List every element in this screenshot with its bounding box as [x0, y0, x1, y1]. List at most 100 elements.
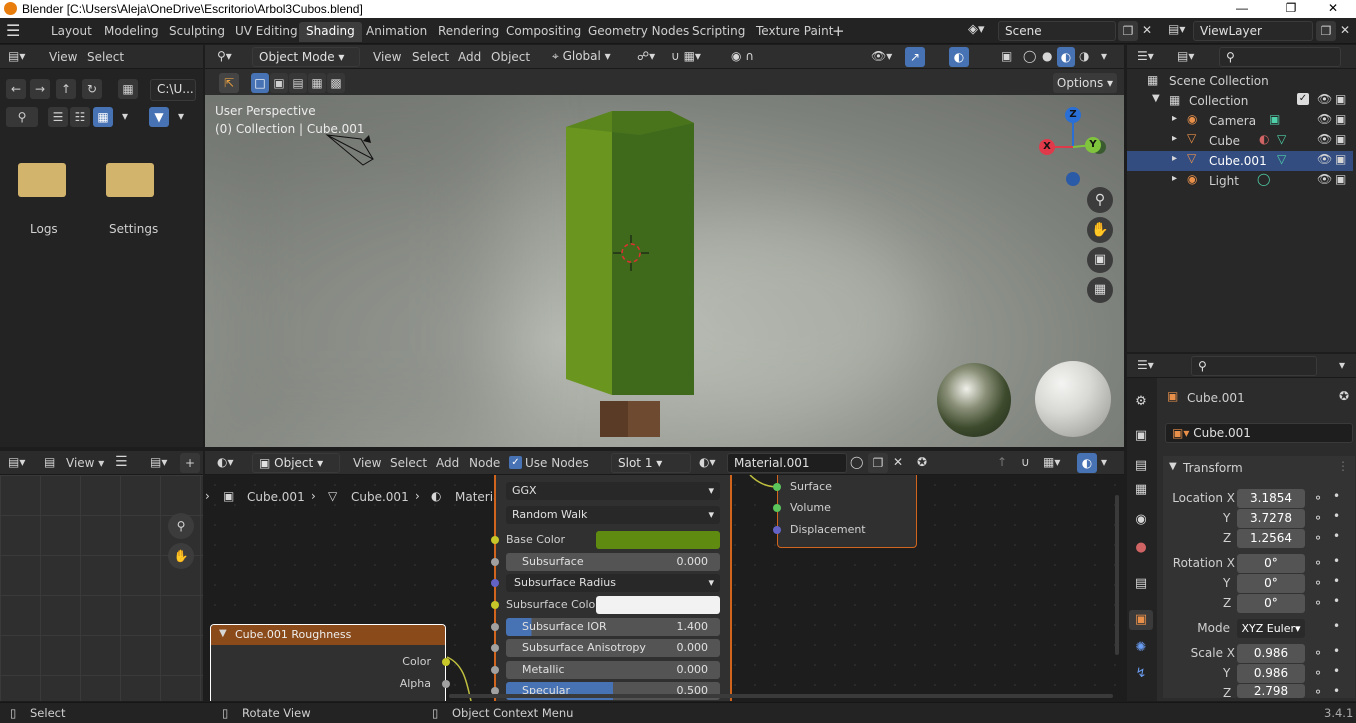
render-camera-icon[interactable]: ▣: [1335, 112, 1346, 126]
outliner-row-scene-collection[interactable]: ▦ Scene Collection: [1127, 71, 1353, 91]
keyframe-dot-icon[interactable]: •: [1333, 644, 1340, 658]
transform-orientation-dropdown[interactable]: ⌖ Global ▾: [552, 49, 611, 64]
viewport-view-menu[interactable]: View: [373, 50, 401, 64]
tab-sculpting[interactable]: Sculpting: [162, 22, 232, 42]
subsurface-field[interactable]: Subsurface 0.000: [506, 553, 720, 571]
shader-type-dropdown[interactable]: ▣ Object ▾: [252, 453, 340, 473]
scale-z-field[interactable]: 2.798: [1237, 684, 1305, 698]
search-icon[interactable]: ⚲: [6, 107, 38, 127]
editor-type-icon[interactable]: ☰▾: [1137, 49, 1154, 63]
scene-tab-icon[interactable]: ◉: [1131, 510, 1151, 530]
visibility-eye-icon[interactable]: 👁: [1317, 152, 1332, 166]
view-mode-icon[interactable]: ▤: [44, 455, 55, 469]
tab-scripting[interactable]: Scripting: [685, 22, 752, 42]
keyframe-dot-icon[interactable]: •: [1333, 684, 1340, 698]
image-browse-icon[interactable]: ▤▾: [150, 455, 167, 469]
principled-bsdf-node[interactable]: GGX ▾ Random Walk ▾ Base Color Subsurface 0…: [491, 475, 732, 701]
file-select-menu[interactable]: Select: [87, 50, 124, 64]
pan-hand-icon[interactable]: ✋: [168, 543, 194, 569]
editor-type-icon[interactable]: ◐▾: [217, 455, 234, 469]
thumbnails-icon[interactable]: ▦: [93, 107, 113, 127]
socket-surface[interactable]: [773, 483, 781, 491]
zoom-view-icon[interactable]: ⚲: [1087, 187, 1113, 213]
expand-arrow-icon[interactable]: ▸: [1172, 133, 1177, 144]
lock-icon[interactable]: ⚬: [1313, 531, 1323, 545]
minimize-icon[interactable]: —: [1219, 0, 1265, 18]
delete-scene-icon[interactable]: ✕: [1142, 23, 1152, 37]
material-output-node[interactable]: Surface Volume Displacement: [773, 475, 917, 548]
render-camera-icon[interactable]: ▣: [1335, 92, 1346, 106]
viewport-add-menu[interactable]: Add: [458, 50, 481, 64]
expand-arrow-icon[interactable]: ▸: [1172, 153, 1177, 164]
node-canvas[interactable]: › ▣ Cube.001 › ▽ Cube.001 › ◐ Material.0…: [205, 475, 1124, 701]
subsurface-method-dropdown[interactable]: Random Walk ▾: [506, 506, 720, 524]
tab-geometry-nodes[interactable]: Geometry Nodes: [581, 22, 696, 42]
tab-layout[interactable]: Layout: [44, 22, 99, 42]
lock-icon[interactable]: ⚬: [1313, 666, 1323, 680]
tab-uv-editing[interactable]: UV Editing: [228, 22, 305, 42]
pivot-point-icon[interactable]: ☍▾: [637, 49, 655, 63]
duplicate-material-icon[interactable]: ❐: [868, 453, 888, 473]
outliner-row-collection[interactable]: ▼ ▦ Collection ✓ 👁 ▣: [1127, 91, 1353, 111]
location-z-field[interactable]: 1.2564: [1237, 529, 1305, 548]
navigation-gizmo[interactable]: Z X Y: [1037, 107, 1117, 187]
material-preview-icon[interactable]: ◐: [1057, 47, 1075, 67]
expand-arrow-icon[interactable]: ▼: [1152, 93, 1160, 104]
collection-tab-icon[interactable]: ▤: [1131, 574, 1151, 594]
vertical-list-icon[interactable]: ☰: [48, 107, 68, 127]
new-folder-icon[interactable]: ▦: [118, 79, 138, 99]
gizmo-z-axis[interactable]: Z: [1065, 107, 1081, 123]
new-image-icon[interactable]: +: [180, 453, 200, 473]
metallic-field[interactable]: Metallic 0.000: [506, 661, 720, 679]
collapse-arrow-icon[interactable]: ▼: [219, 628, 227, 639]
display-settings-chevron-icon[interactable]: ▾: [122, 109, 128, 123]
viewport-canvas[interactable]: User Perspective (0) Collection | Cube.0…: [205, 95, 1124, 447]
keyframe-dot-icon[interactable]: •: [1333, 509, 1340, 523]
pin-icon[interactable]: ✪: [917, 455, 927, 469]
display-mode-icon[interactable]: ▤▾: [1177, 49, 1194, 63]
socket-volume[interactable]: [773, 504, 781, 512]
pin-icon[interactable]: ✪: [1339, 389, 1349, 403]
editor-type-icon[interactable]: ☰▾: [1137, 358, 1154, 372]
material-name-field[interactable]: Material.001: [727, 453, 847, 473]
filter-icon[interactable]: ▼: [149, 107, 169, 127]
keyframe-dot-icon[interactable]: •: [1333, 619, 1340, 633]
lock-icon[interactable]: ⚬: [1313, 556, 1323, 570]
scene-selector-icon[interactable]: ◈▾: [968, 22, 985, 37]
render-tab-icon[interactable]: ▣: [1131, 426, 1151, 446]
visibility-eye-icon[interactable]: 👁: [1317, 132, 1332, 146]
file-view-menu[interactable]: View: [49, 50, 77, 64]
perspective-toggle-icon[interactable]: ▦: [1087, 277, 1113, 303]
use-nodes-checkbox[interactable]: ✓: [509, 456, 522, 469]
socket-subsurface-anisotropy[interactable]: [491, 644, 499, 652]
pan-hand-icon[interactable]: ✋: [1087, 217, 1113, 243]
location-x-field[interactable]: 3.1854: [1237, 489, 1305, 508]
editor-type-icon[interactable]: ⚲▾: [217, 49, 232, 63]
tab-modeling[interactable]: Modeling: [97, 22, 166, 42]
render-camera-icon[interactable]: ▣: [1335, 132, 1346, 146]
tool-tab-icon[interactable]: ⚙: [1131, 392, 1151, 412]
collapse-arrow-icon[interactable]: ▼: [1169, 461, 1177, 472]
proportional-editing-icon[interactable]: ◉ ∩: [731, 49, 754, 63]
scene-field[interactable]: Scene: [998, 21, 1116, 41]
node-view-menu[interactable]: View: [353, 456, 381, 470]
socket-metallic[interactable]: [491, 666, 499, 674]
outliner-row-camera[interactable]: ▸ ◉ Camera ▣ 👁 ▣: [1127, 111, 1353, 131]
rendered-shading-icon[interactable]: ◑: [1079, 49, 1089, 63]
horizontal-scrollbar[interactable]: [449, 694, 1113, 698]
select-extend-icon[interactable]: ▣: [270, 73, 288, 93]
options-dropdown[interactable]: Options ▾: [1053, 73, 1117, 93]
modifiers-wrench-icon[interactable]: ✺: [1131, 638, 1151, 658]
add-workspace-icon[interactable]: +: [832, 22, 845, 40]
expand-arrow-icon[interactable]: ▸: [1172, 173, 1177, 184]
subsurface-anisotropy-field[interactable]: Subsurface Anisotropy 0.000: [506, 639, 720, 657]
overlays-toggle-icon[interactable]: ◐: [949, 47, 969, 67]
unlink-material-icon[interactable]: ✕: [893, 455, 903, 469]
transform-section-title[interactable]: Transform: [1183, 461, 1243, 475]
socket-subsurface-color[interactable]: [491, 601, 499, 609]
render-camera-icon[interactable]: ▣: [1335, 152, 1346, 166]
object-mode-dropdown[interactable]: Object Mode ▾: [252, 47, 360, 67]
visibility-icon[interactable]: 👁▾: [871, 49, 892, 63]
select-subtract-icon[interactable]: ▤: [289, 73, 307, 93]
view-layer-tab-icon[interactable]: ▦: [1131, 480, 1151, 500]
